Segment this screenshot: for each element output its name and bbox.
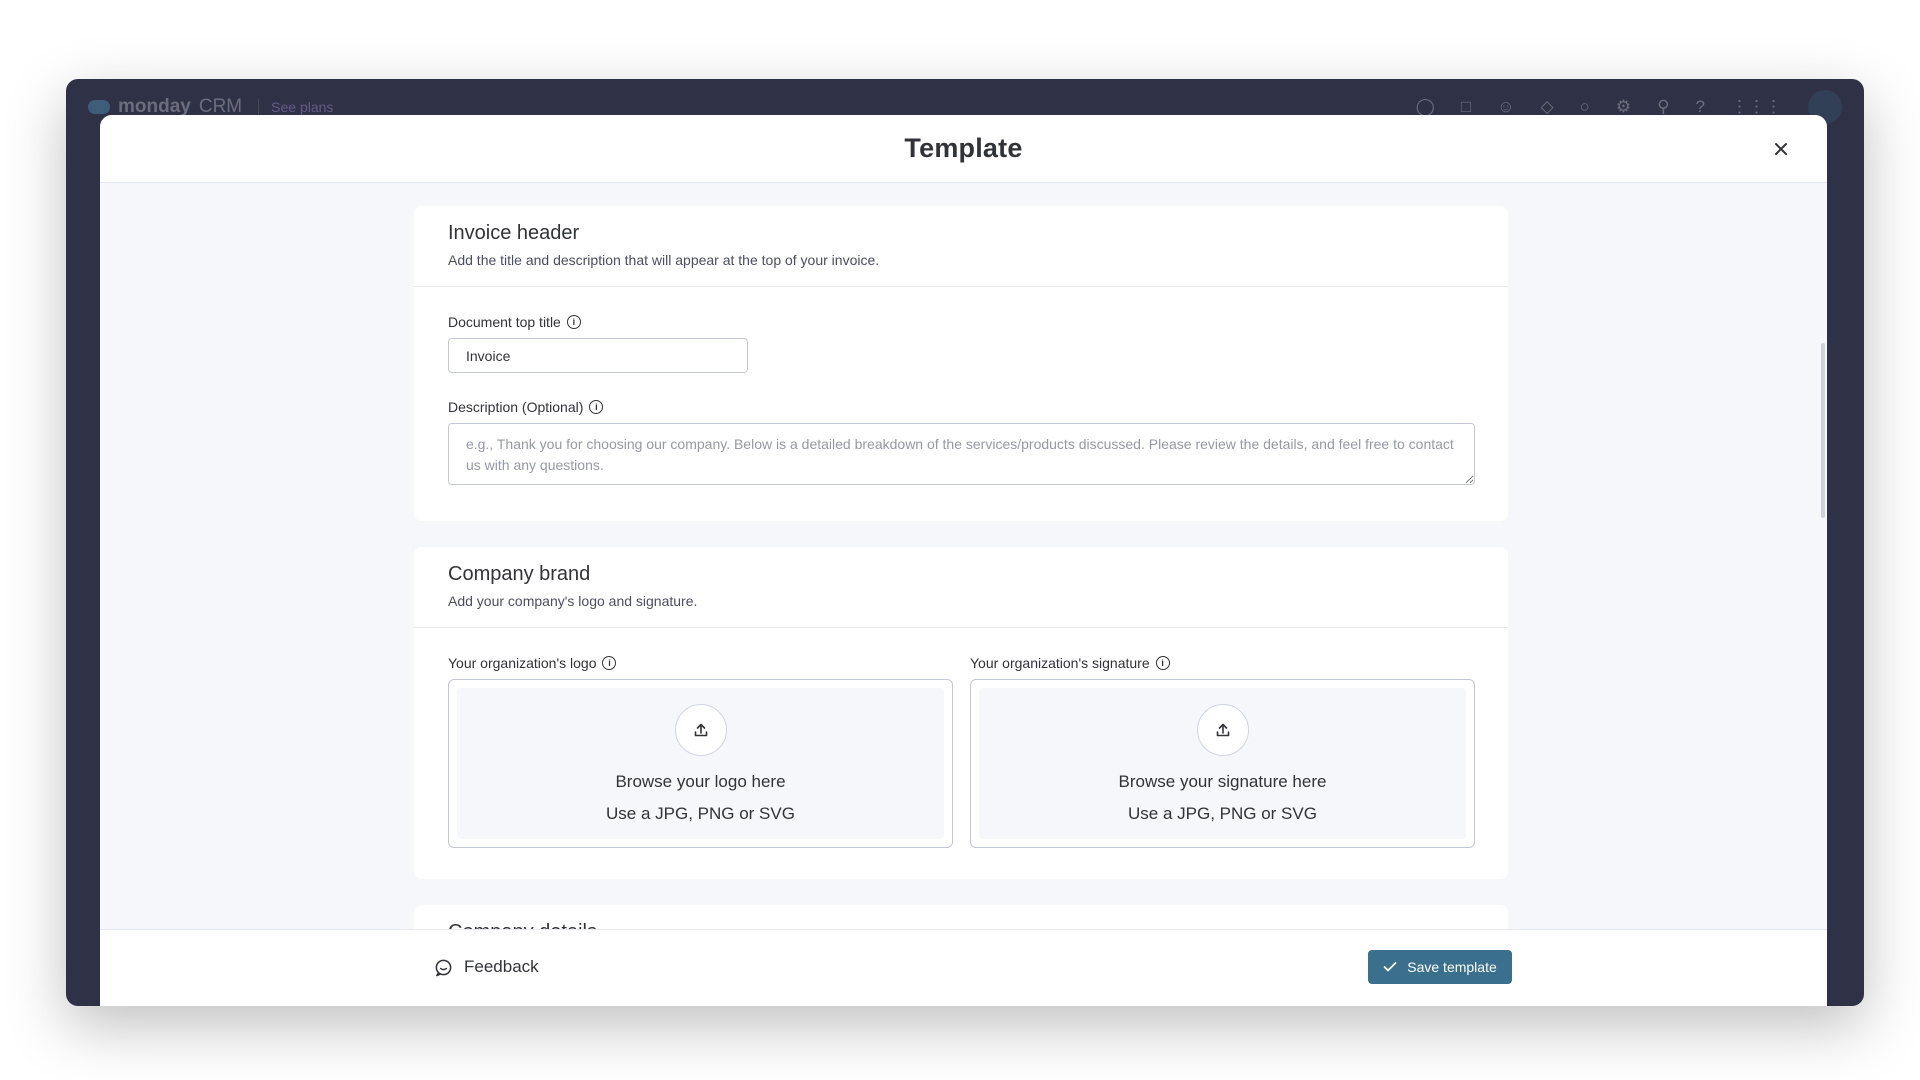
company-details-card: Company details	[414, 905, 1508, 929]
logo-dropzone-inner[interactable]: Browse your logo here Use a JPG, PNG or …	[457, 688, 944, 839]
info-icon[interactable]: i	[566, 315, 581, 329]
invoice-header-head: Invoice header Add the title and descrip…	[414, 206, 1508, 287]
close-button[interactable]	[1769, 137, 1793, 161]
signature-upload-col: Your organization's signature i Browse y…	[970, 655, 1475, 848]
upload-button[interactable]	[674, 704, 727, 756]
inbox-icon[interactable]: □	[1461, 97, 1471, 117]
upload-button[interactable]	[1196, 704, 1249, 756]
save-template-button[interactable]: Save template	[1368, 950, 1512, 984]
logo-upload-col: Your organization's logo i Browse your l…	[448, 655, 953, 848]
logo-label-row: Your organization's logo i	[448, 655, 953, 671]
search-icon[interactable]: ⚲	[1657, 97, 1669, 117]
description-label-row: Description (Optional) i	[448, 399, 1474, 415]
modal-header: Template	[100, 115, 1827, 183]
invoice-header-card: Invoice header Add the title and descrip…	[414, 206, 1508, 521]
company-brand-card: Company brand Add your company's logo an…	[414, 547, 1508, 879]
doc-title-label-row: Document top title i	[448, 314, 1474, 330]
check-icon	[1383, 962, 1397, 972]
save-template-label: Save template	[1407, 959, 1497, 975]
info-icon[interactable]: i	[1155, 656, 1170, 670]
apps-icon[interactable]: ◇	[1540, 97, 1553, 117]
logo-browse-text: Browse your logo here	[615, 772, 786, 791]
signature-dropzone[interactable]: Browse your signature here Use a JPG, PN…	[970, 679, 1475, 848]
invite-user-icon[interactable]: ☺	[1497, 97, 1514, 117]
monday-logo-icon	[88, 100, 110, 114]
signature-browse-text: Browse your signature here	[1118, 772, 1327, 791]
company-brand-title: Company brand	[448, 563, 591, 585]
modal-title: Template	[904, 133, 1023, 163]
info-icon[interactable]: i	[602, 656, 617, 670]
company-brand-head: Company brand Add your company's logo an…	[414, 547, 1508, 628]
upload-row: Your organization's logo i Browse your l…	[448, 655, 1475, 848]
company-brand-body: Your organization's logo i Browse your l…	[414, 628, 1508, 878]
description-textarea[interactable]	[448, 423, 1475, 485]
feedback-icon	[435, 959, 452, 976]
upload-icon	[1216, 723, 1229, 737]
logo-dropzone[interactable]: Browse your logo here Use a JPG, PNG or …	[448, 679, 953, 848]
invoice-header-body: Document top title i Description (Option…	[414, 287, 1508, 520]
invoice-header-title: Invoice header	[448, 222, 580, 244]
modal-footer: Feedback Save template	[100, 929, 1827, 1006]
template-modal: Template Invoice header Add the title an…	[100, 115, 1827, 1006]
help-icon[interactable]: ?	[1696, 97, 1705, 117]
signature-dropzone-inner[interactable]: Browse your signature here Use a JPG, PN…	[979, 688, 1466, 839]
bell-icon[interactable]: ◯	[1416, 97, 1435, 117]
info-icon[interactable]: i	[589, 400, 604, 414]
settings-icon[interactable]: ⚙	[1616, 97, 1631, 117]
company-brand-subtitle: Add your company's logo and signature.	[448, 593, 698, 609]
see-plans-link[interactable]: See plans	[258, 99, 333, 115]
invoice-header-subtitle: Add the title and description that will …	[448, 252, 880, 268]
integrations-icon[interactable]: ○	[1580, 97, 1590, 117]
grid-menu-icon[interactable]: ⋮⋮⋮	[1731, 97, 1782, 117]
company-details-head: Company details	[414, 905, 1508, 929]
signature-formats-text: Use a JPG, PNG or SVG	[1128, 804, 1317, 823]
modal-body[interactable]: Invoice header Add the title and descrip…	[100, 183, 1827, 929]
feedback-label: Feedback	[464, 957, 539, 976]
upload-icon	[694, 723, 707, 737]
logo-label: Your organization's logo	[448, 655, 597, 671]
close-icon	[1775, 143, 1787, 155]
doc-title-label: Document top title	[448, 314, 561, 330]
feedback-button[interactable]: Feedback	[434, 957, 539, 977]
document-title-input[interactable]	[448, 338, 748, 373]
scrollbar[interactable]	[1821, 343, 1825, 518]
description-label: Description (Optional)	[448, 399, 584, 415]
company-details-title: Company details	[448, 921, 1474, 929]
signature-label-row: Your organization's signature i	[970, 655, 1475, 671]
signature-label: Your organization's signature	[970, 655, 1150, 671]
logo-formats-text: Use a JPG, PNG or SVG	[606, 804, 795, 823]
